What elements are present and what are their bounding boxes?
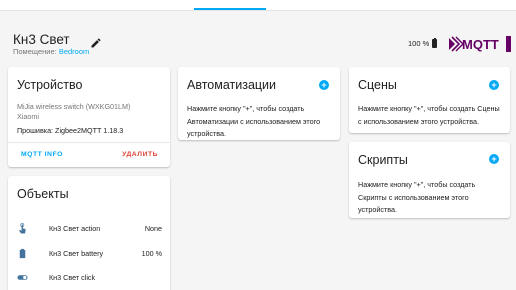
- logo-text: MQTT: [462, 37, 499, 52]
- scripts-empty-text: Нажмите кнопку "+", чтобы создать Скрипт…: [358, 180, 476, 214]
- pencil-icon[interactable]: [90, 37, 102, 49]
- add-script-button[interactable]: +: [489, 154, 499, 164]
- scripts-card-title: Скрипты: [358, 153, 408, 167]
- entity-name: Кн3 Свет action: [49, 224, 101, 233]
- plus-icon: +: [491, 154, 497, 164]
- entities-card-title: Объекты: [17, 187, 69, 201]
- device-firmware: Прошивка: Zigbee2MQTT 1.18.3: [17, 126, 124, 135]
- scripts-card: Скрипты + Нажмите кнопку "+", чтобы созд…: [349, 142, 510, 218]
- entity-state: 100 %: [141, 249, 162, 258]
- entity-state: None: [144, 224, 162, 233]
- device-area: Помещение: Bedroom: [13, 47, 89, 56]
- mqtt-logo: MQTT: [449, 36, 511, 52]
- top-tab-bar: [0, 0, 516, 11]
- active-tab-indicator: [194, 8, 266, 10]
- device-model: MiJia wireless switch (WXKG01LM): [17, 102, 131, 111]
- automations-empty-text: Нажмите кнопку "+", чтобы создать Автома…: [187, 104, 321, 138]
- plus-icon: +: [491, 80, 497, 90]
- entity-name: Кн3 Свет click: [49, 273, 96, 282]
- entity-name: Кн3 Свет battery: [49, 249, 104, 258]
- device-model-info: MiJia wireless switch (WXKG01LM) Xiaomi: [17, 102, 130, 122]
- area-link[interactable]: Bedroom: [59, 47, 89, 56]
- device-info-card: Устройство MiJia wireless switch (WXKG01…: [8, 67, 170, 167]
- entities-card: Объекты Кн3 Свет action None Кн3 Свет ba…: [8, 176, 170, 290]
- battery-icon: [432, 37, 438, 48]
- area-prefix: Помещение:: [13, 47, 59, 56]
- entity-row[interactable]: Кн3 Свет battery 100 %: [17, 248, 165, 260]
- battery-icon: [19, 248, 26, 259]
- add-automation-button[interactable]: +: [319, 80, 329, 90]
- entity-row[interactable]: Кн3 Свет action None: [17, 223, 165, 235]
- gesture-tap-icon: [19, 223, 26, 234]
- scenes-card: Сцены + Нажмите кнопку "+", чтобы создат…: [349, 67, 510, 133]
- automations-card-title: Автоматизации: [187, 78, 277, 92]
- mqtt-info-button[interactable]: MQTT INFO: [21, 151, 63, 158]
- add-scene-button[interactable]: +: [489, 80, 499, 90]
- plus-icon: +: [321, 80, 327, 90]
- toggle-icon: [17, 275, 28, 280]
- battery-status: 100 %: [408, 37, 438, 48]
- automations-card: Автоматизации + Нажмите кнопку "+", чтоб…: [178, 67, 340, 140]
- scenes-empty-text: Нажмите кнопку "+", чтобы создать Сцены …: [358, 104, 500, 126]
- delete-button[interactable]: УДАЛИТЬ: [122, 151, 158, 158]
- device-card-title: Устройство: [17, 78, 83, 92]
- entity-row[interactable]: Кн3 Свет click: [17, 272, 165, 284]
- battery-level: 100 %: [408, 39, 430, 48]
- card-actions-divider: [8, 142, 170, 143]
- device-title: Кн3 Свет: [13, 32, 70, 47]
- scenes-card-title: Сцены: [358, 78, 397, 92]
- device-manufacturer: Xiaomi: [17, 112, 39, 121]
